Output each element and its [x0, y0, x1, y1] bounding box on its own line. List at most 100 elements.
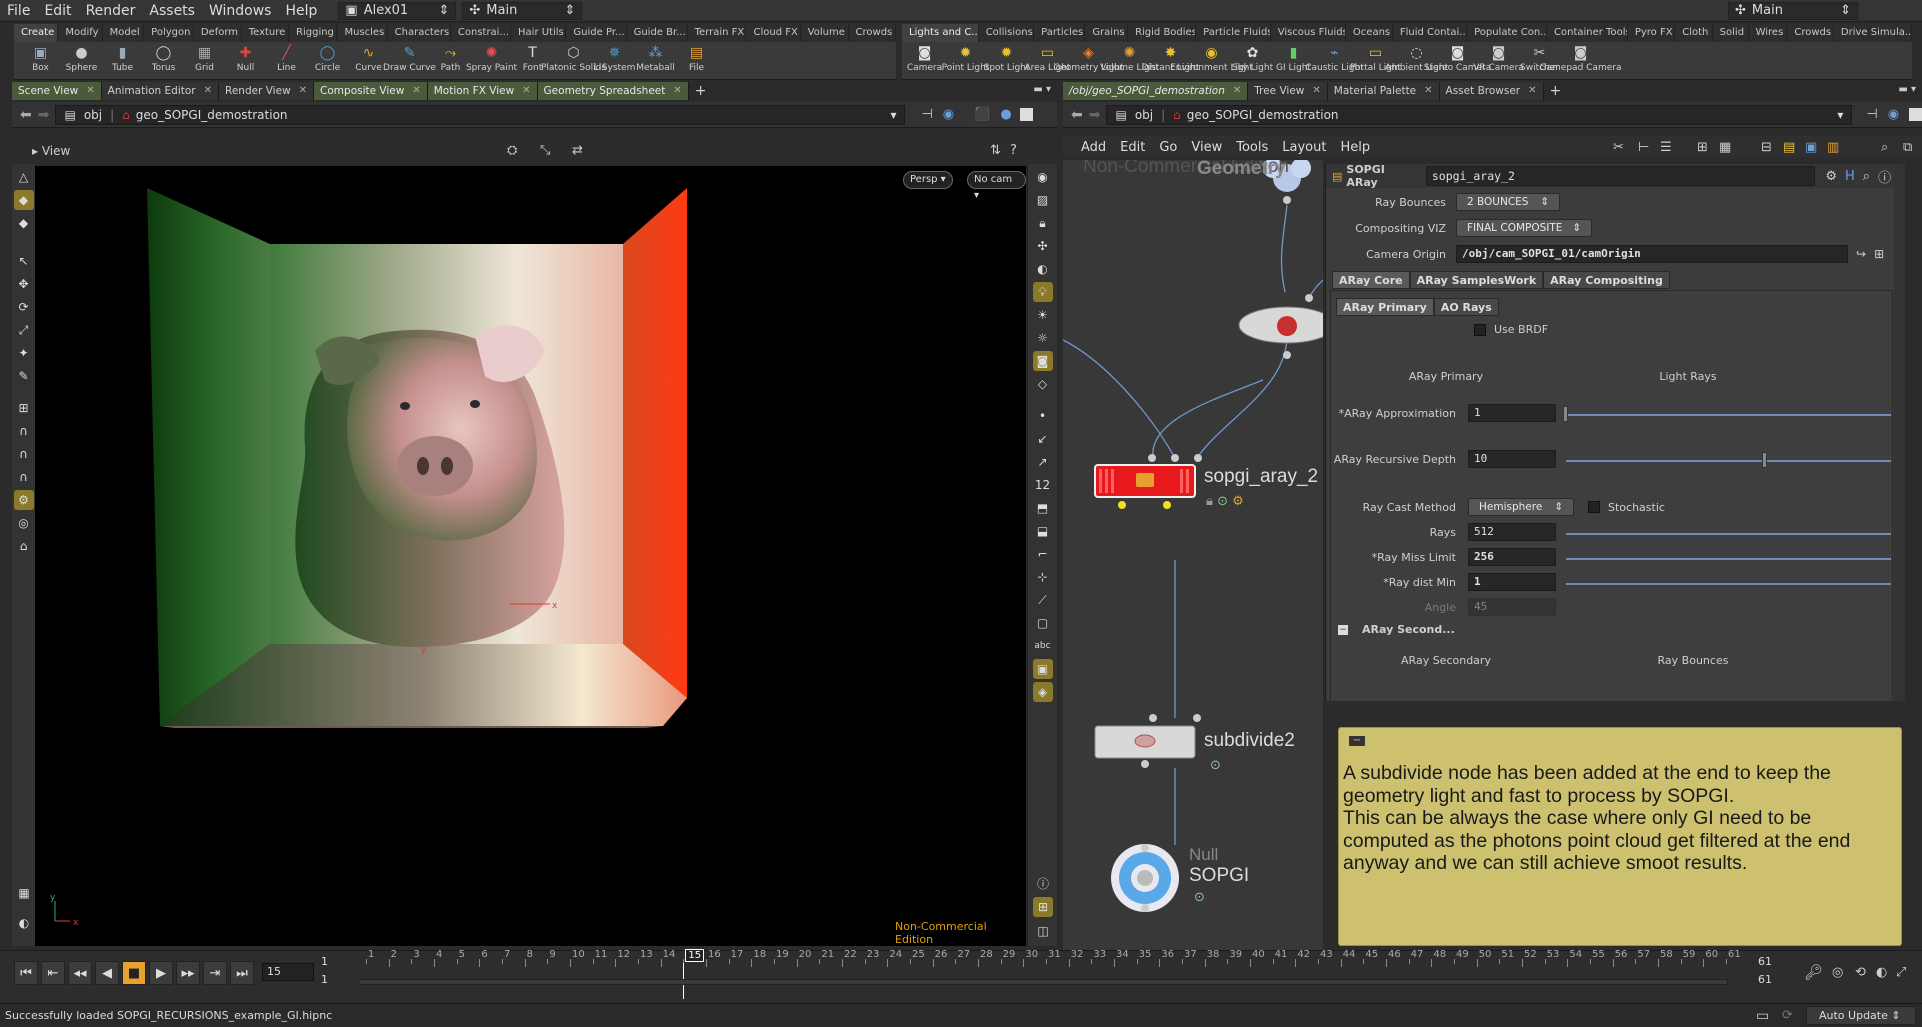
tab-aray-primary[interactable]: ARay Primary [1336, 298, 1434, 316]
shelf-right-tab-12[interactable]: Cloth [1675, 24, 1713, 42]
tab-asset-browser[interactable]: Asset Browser ✕ [1439, 82, 1544, 100]
key-icon[interactable]: 🔑︎ [1804, 963, 1823, 981]
shelf-right-tab-5[interactable]: Particle Fluids [1196, 24, 1271, 42]
shelf-right-tab-8[interactable]: Fluid Contai... [1393, 24, 1468, 42]
shelf-right-tool-9[interactable]: ▮ GI Light [1273, 42, 1314, 79]
shelf-left-tab-12[interactable]: Guide Br... [627, 24, 688, 42]
image-icon[interactable]: ▣ [1805, 140, 1817, 155]
shelf-left-tab-7[interactable]: Muscles [337, 24, 388, 42]
lights-icon[interactable]: ☼ [1033, 328, 1053, 348]
note-icon[interactable]: ▤ [1783, 140, 1795, 155]
tab-aray-compositing[interactable]: ARay Compositing [1543, 271, 1670, 289]
pane-menu-icons[interactable]: ▬ ▾ [1033, 84, 1051, 95]
net-menu-tools[interactable]: Tools [1229, 140, 1275, 155]
eye-icon[interactable]: ◉ [1033, 167, 1053, 187]
light-icon[interactable]: 💡︎ [1032, 282, 1053, 302]
refresh-icon[interactable]: ⟳ [1782, 1008, 1793, 1023]
shelf-left-tool-12[interactable]: T Font [512, 42, 553, 79]
shelf-left-tab-1[interactable]: Modify [58, 24, 103, 42]
tab-geometry-spreadsheet[interactable]: Geometry Spreadsheet ✕ [537, 82, 689, 100]
sphere-icon[interactable]: ● [1000, 107, 1011, 122]
prev-key-icon[interactable]: ⇤ [41, 961, 65, 985]
snap-magnet-icon[interactable]: ∩ [14, 467, 34, 487]
note-collapse-icon[interactable]: − [1349, 736, 1365, 746]
ray-bounces-menu[interactable]: 2 BOUNCES ⇕ [1456, 193, 1560, 211]
search-icon[interactable]: ⌕ [1881, 140, 1888, 155]
transform-icon[interactable]: ◆ [13, 190, 34, 210]
stop-icon[interactable]: ■ [122, 961, 146, 985]
shelf-right-tool-11[interactable]: ▭ Portal Light [1350, 42, 1401, 79]
shelf-left-tool-2[interactable]: ▮ Tube [102, 42, 143, 79]
back-arrow-icon[interactable]: ⬅ [1071, 107, 1083, 123]
shelf-right-tool-10[interactable]: ⌁ Caustic Light [1305, 42, 1364, 79]
dist-min-field[interactable]: 1 [1468, 573, 1556, 591]
thumbs-icon[interactable]: ▦ [1719, 140, 1731, 155]
shelf-right-tool-0[interactable]: ◙ Camera [904, 42, 945, 79]
approximation-knob[interactable] [1563, 406, 1568, 422]
shelf-right-tool-7[interactable]: ◉ Environment Light [1170, 42, 1253, 79]
list-icon[interactable]: ☰ [1660, 140, 1672, 155]
pin-icon[interactable]: ⊣ [921, 107, 932, 122]
tab-material-palette[interactable]: Material Palette ✕ [1327, 82, 1440, 100]
stochastic-checkbox[interactable] [1588, 501, 1600, 513]
rotate-icon[interactable]: ⟳ [14, 297, 34, 317]
menu-windows[interactable]: Windows [202, 3, 279, 19]
tab-scene-view[interactable]: Scene View ✕ [12, 82, 102, 100]
shelf-right-tool-15[interactable]: ✂ Switcher [1519, 42, 1560, 79]
tab-network-path[interactable]: /obj/geo_SOPGI_demostration ✕ [1063, 82, 1249, 100]
shelf-left-tab-2[interactable]: Model [103, 24, 145, 42]
background-icon[interactable]: ▣ [1032, 659, 1053, 679]
snap-grid-icon[interactable]: ⊞ [14, 398, 34, 418]
audio-icon[interactable]: ◐ [1876, 965, 1887, 980]
network-icon[interactable]: ⊟ [1761, 140, 1772, 155]
render-region-icon[interactable]: ⌂ [14, 536, 34, 556]
persp-menu[interactable]: Persp ▾ [903, 171, 953, 189]
net-menu-help[interactable]: Help [1333, 140, 1377, 155]
chooser-icon[interactable]: ⊞ [1874, 247, 1884, 261]
search-icon[interactable]: ⌕ [1863, 169, 1870, 184]
lock-icon[interactable]: 🔒︎ [1033, 213, 1053, 233]
path-field[interactable]: ▤ obj | ⌂ geo_SOPGI_demostration ▾ [55, 104, 906, 125]
shelf-left-tab-13[interactable]: Terrain FX [688, 24, 747, 42]
net-menu-edit[interactable]: Edit [1113, 140, 1152, 155]
shelf-left-tool-14[interactable]: ✵ L-System [594, 42, 636, 79]
shelf-right-tab-10[interactable]: Container Tools [1547, 24, 1628, 42]
shelf-right-tool-13[interactable]: ◙ Stereo Camera [1424, 42, 1492, 79]
range-start-field[interactable]: 1 [317, 972, 357, 990]
template-icon[interactable]: ✣ [1033, 236, 1053, 256]
current-frame-field[interactable]: 15 [262, 963, 314, 981]
shelf-right-tool-6[interactable]: ✸ Distant Light [1142, 42, 1200, 79]
snap-prim-icon[interactable]: ∩ [14, 421, 34, 441]
view-menu[interactable]: ▸ View [32, 144, 70, 158]
range-end-field[interactable]: 61 [1754, 972, 1794, 990]
shelf-left-tool-13[interactable]: ⬡ Platonic Solids [541, 42, 606, 79]
wireframe-icon[interactable]: ◇ [1033, 374, 1053, 394]
hull-icon[interactable]: ⬓ [1033, 521, 1053, 541]
forward-arrow-icon[interactable]: ➡ [1089, 107, 1101, 123]
shelf-left-tab-0[interactable]: Create [14, 24, 59, 42]
update-mode-menu[interactable]: Auto Update ⇕ [1806, 1006, 1916, 1025]
shelf-right-tool-2[interactable]: ✹ Spot Light [984, 42, 1030, 79]
layout-icon[interactable]: ⊞ [1033, 897, 1053, 917]
wrench-icon[interactable]: ✂ [1613, 140, 1624, 155]
tab-tree-view[interactable]: Tree View ✕ [1248, 82, 1328, 100]
shelf-left-tool-8[interactable]: ∿ Curve [348, 42, 389, 79]
shelf-left-tool-6[interactable]: ╱ Line [266, 42, 307, 79]
normal-icon[interactable]: ↙ [1033, 429, 1053, 449]
shelf-right-tool-3[interactable]: ▭ Area Light [1024, 42, 1070, 79]
camera-link-icon[interactable]: ⇄ [572, 143, 583, 158]
path-field[interactable]: ▤ obj | ⌂ geo_SOPGI_demostration ▾ [1106, 104, 1853, 125]
tab-aray-sampleswork[interactable]: ARay SamplesWork [1409, 271, 1544, 289]
shelf-right-tool-1[interactable]: ✹ Point Light [942, 42, 990, 79]
jump-start-icon[interactable]: ⏮ [14, 961, 38, 985]
shelf-right-tab-3[interactable]: Grains [1085, 24, 1129, 42]
node-label-subdivide[interactable]: subdivide2 [1204, 730, 1295, 752]
dist-min-slider[interactable] [1566, 583, 1891, 585]
camera-menu[interactable]: No cam ▾ [967, 171, 1026, 201]
node-label-null[interactable]: SOPGI [1189, 865, 1249, 887]
net-menu-go[interactable]: Go [1152, 140, 1184, 155]
link-icon[interactable]: ◉ [1888, 107, 1899, 122]
shelf-left-tab-15[interactable]: Volume [801, 24, 849, 42]
menu-help[interactable]: Help [278, 3, 324, 19]
link-icon[interactable]: ◉ [943, 107, 954, 122]
